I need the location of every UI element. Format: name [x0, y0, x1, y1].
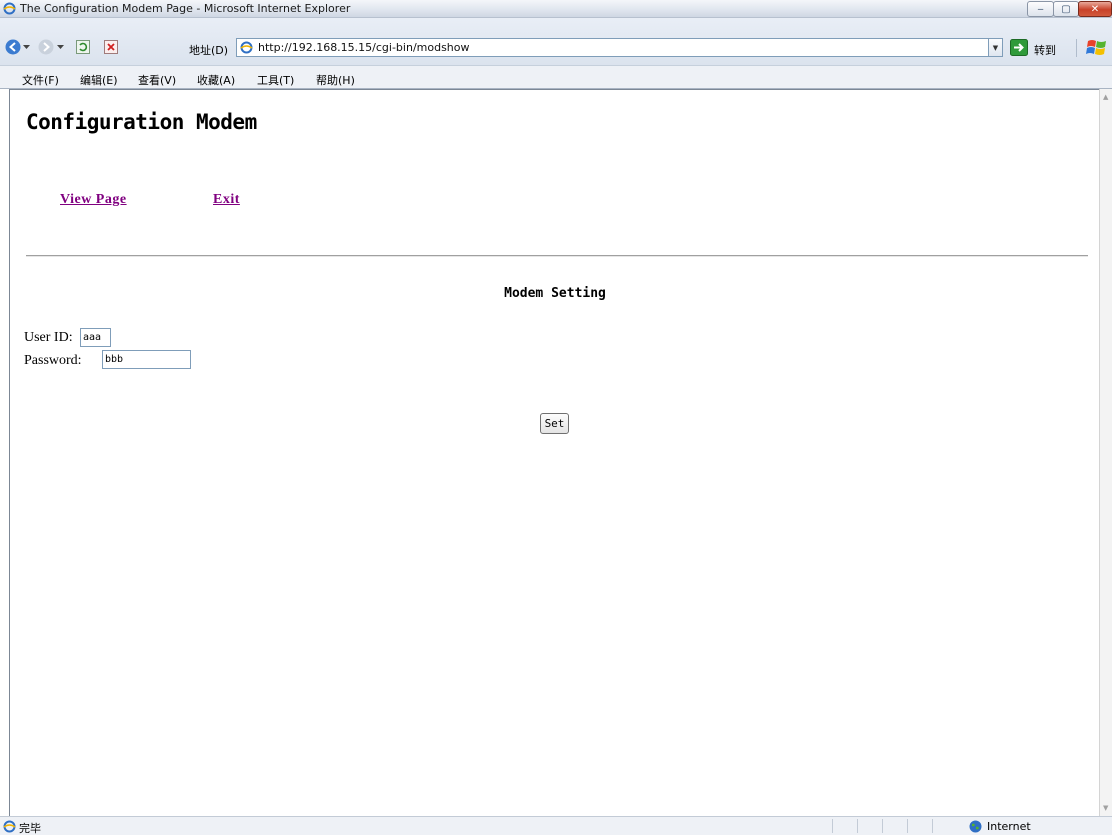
toolbar-divider: [1076, 39, 1077, 57]
window-title: The Configuration Modem Page - Microsoft…: [20, 2, 351, 15]
scroll-up-icon[interactable]: ▲: [1103, 93, 1108, 101]
maximize-icon: ▢: [1061, 3, 1071, 15]
menu-favorites[interactable]: 收藏(A): [197, 72, 235, 88]
password-input[interactable]: [102, 350, 191, 369]
forward-icon[interactable]: [38, 39, 54, 55]
set-button[interactable]: Set: [540, 413, 569, 434]
section-heading: Modem Setting: [504, 286, 606, 301]
address-label: 地址(D): [189, 44, 229, 57]
page-icon: [240, 41, 253, 54]
exit-link[interactable]: Exit: [213, 192, 240, 208]
security-zone: Internet: [987, 820, 1031, 833]
page-status-icon: [3, 820, 16, 833]
chevron-down-icon: ▼: [992, 43, 999, 52]
go-button[interactable]: 转到: [1034, 42, 1056, 58]
status-divider: [907, 819, 908, 833]
go-arrow-icon[interactable]: [1010, 39, 1028, 56]
back-dropdown-icon[interactable]: [23, 45, 30, 50]
windows-logo-icon: [1086, 40, 1106, 55]
page-viewport: Configuration Modem View Page Exit Modem…: [9, 89, 1099, 816]
close-icon: ✕: [1090, 3, 1100, 15]
password-label: Password:: [24, 353, 82, 368]
menu-tools[interactable]: 工具(T): [257, 72, 294, 88]
view-page-link[interactable]: View Page: [60, 192, 127, 208]
minimize-button[interactable]: ‒: [1027, 1, 1054, 17]
ie-logo-icon: [3, 2, 16, 15]
status-divider: [857, 819, 858, 833]
minimize-icon: ‒: [1037, 3, 1044, 15]
address-toolbar: 地址(D) http://192.168.15.15/cgi-bin/modsh…: [0, 18, 1112, 65]
refresh-icon[interactable]: [76, 40, 90, 54]
vertical-scrollbar[interactable]: ▲ ▼: [1099, 89, 1112, 816]
close-button[interactable]: ✕: [1078, 1, 1112, 17]
menu-help[interactable]: 帮助(H): [316, 72, 355, 88]
user-id-label: User ID:: [24, 330, 73, 345]
status-divider: [932, 819, 933, 833]
status-bar: 完毕 Internet: [0, 816, 1112, 835]
address-input[interactable]: http://192.168.15.15/cgi-bin/modshow: [236, 38, 1002, 57]
user-id-input[interactable]: [80, 328, 111, 347]
back-icon[interactable]: [5, 39, 21, 55]
address-url: http://192.168.15.15/cgi-bin/modshow: [258, 41, 470, 54]
stop-icon[interactable]: [104, 40, 118, 54]
address-dropdown-button[interactable]: ▼: [988, 38, 1003, 57]
menu-view[interactable]: 查看(V): [138, 72, 176, 88]
menu-file[interactable]: 文件(F): [22, 72, 59, 88]
globe-icon: [969, 820, 982, 833]
status-divider: [882, 819, 883, 833]
window-title-bar[interactable]: The Configuration Modem Page - Microsoft…: [0, 0, 1112, 18]
status-text: 完毕: [19, 822, 41, 835]
scroll-down-icon[interactable]: ▼: [1103, 804, 1108, 812]
divider: [26, 255, 1088, 257]
status-divider: [832, 819, 833, 833]
maximize-button[interactable]: ▢: [1053, 1, 1079, 17]
menu-edit[interactable]: 编辑(E): [80, 72, 118, 88]
menu-bar: 文件(F) 编辑(E) 查看(V) 收藏(A) 工具(T) 帮助(H): [0, 65, 1112, 89]
page-title: Configuration Modem: [26, 110, 257, 134]
forward-dropdown-icon[interactable]: [57, 45, 64, 50]
